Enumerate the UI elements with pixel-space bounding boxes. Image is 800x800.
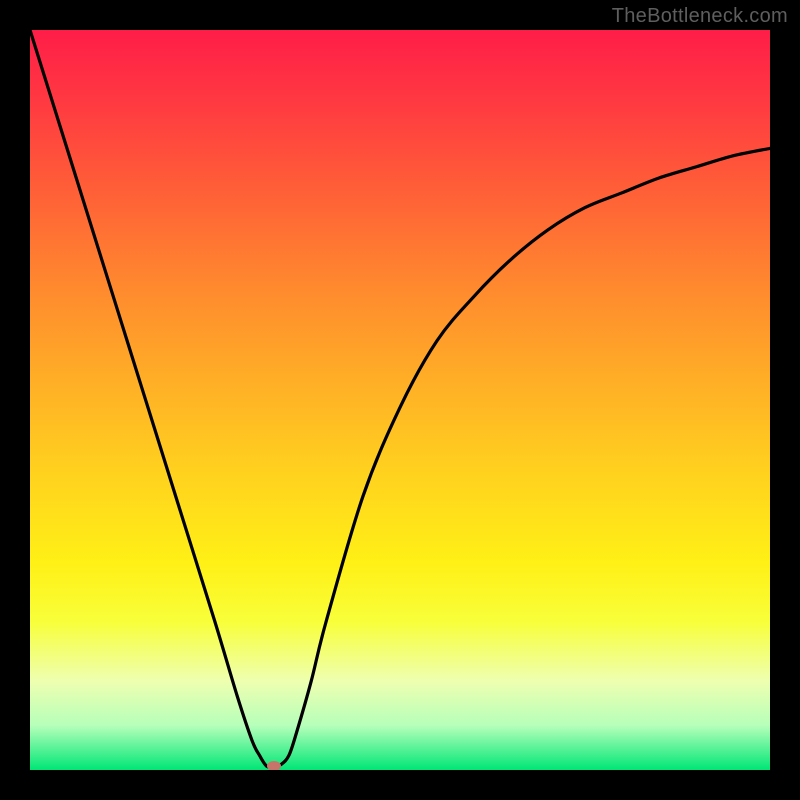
watermark-text: TheBottleneck.com xyxy=(612,5,788,28)
bottleneck-curve xyxy=(30,30,770,770)
optimum-marker xyxy=(267,761,281,770)
plot-area xyxy=(30,30,770,770)
chart-frame: TheBottleneck.com xyxy=(0,0,800,800)
